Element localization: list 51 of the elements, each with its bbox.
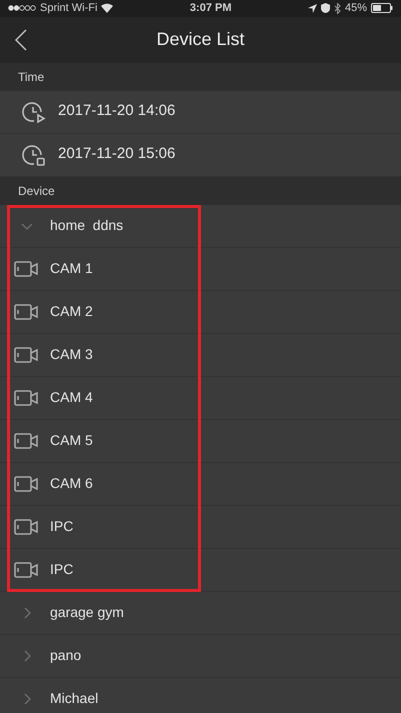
channel-row[interactable]: CAM 1 [0,248,401,290]
bluetooth-icon [334,2,341,14]
channel-row[interactable]: IPC [0,548,401,592]
clock-time: 3:07 PM [190,1,232,16]
device-name: garage gym [50,603,124,622]
wifi-icon [101,3,114,14]
camera-icon [14,474,40,492]
channel-row[interactable]: CAM 2 [0,290,401,334]
time-row[interactable]: 2017-11-20 14:06 [0,90,401,134]
device-group-row[interactable]: home ddns [0,204,401,248]
channel-row[interactable]: CAM 5 [0,420,401,462]
channel-name: CAM 1 [50,259,93,278]
device-name: home ddns [50,216,124,235]
camera-icon [14,346,40,364]
back-chevron-icon [14,28,28,50]
battery-icon [371,3,393,14]
channel-name: CAM 6 [50,474,93,493]
clock-play-icon [22,100,46,124]
time-text: 2017-11-20 14:06 [58,101,176,122]
camera-icon [14,388,40,406]
signal-dots-icon [8,5,36,12]
channel-name: CAM 3 [50,345,93,364]
camera-icon [14,432,40,450]
camera-icon [14,302,40,320]
device-name: pano [50,646,82,665]
camera-icon [14,260,40,278]
channel-row[interactable]: CAM 6 [0,462,401,506]
channel-name: CAM 5 [50,431,93,450]
device-name: Michael [50,689,98,708]
camera-icon [14,518,40,536]
channel-name: IPC [50,517,74,536]
carrier-text: Sprint Wi-Fi [40,1,98,16]
channel-name: CAM 4 [50,388,93,407]
clock-stop-icon [22,142,46,166]
section-header: Time [0,62,401,90]
back-button[interactable] [14,28,28,50]
device-group-row[interactable]: Michael [0,678,401,713]
page-title: Device List [156,28,245,51]
shield-icon [320,3,330,14]
camera-icon [14,560,40,578]
location-arrow-icon [308,4,317,13]
section-header: Device [0,176,401,204]
battery-percent: 45% [344,1,367,16]
channel-row[interactable]: CAM 3 [0,334,401,376]
channel-row[interactable]: CAM 4 [0,376,401,420]
channel-name: IPC [50,560,74,579]
channel-name: CAM 2 [50,302,93,321]
time-text: 2017-11-20 15:06 [58,144,176,164]
device-group-row[interactable]: pano [0,634,401,678]
device-group-row[interactable]: garage gym [0,592,401,634]
channel-row[interactable]: IPC [0,506,401,548]
